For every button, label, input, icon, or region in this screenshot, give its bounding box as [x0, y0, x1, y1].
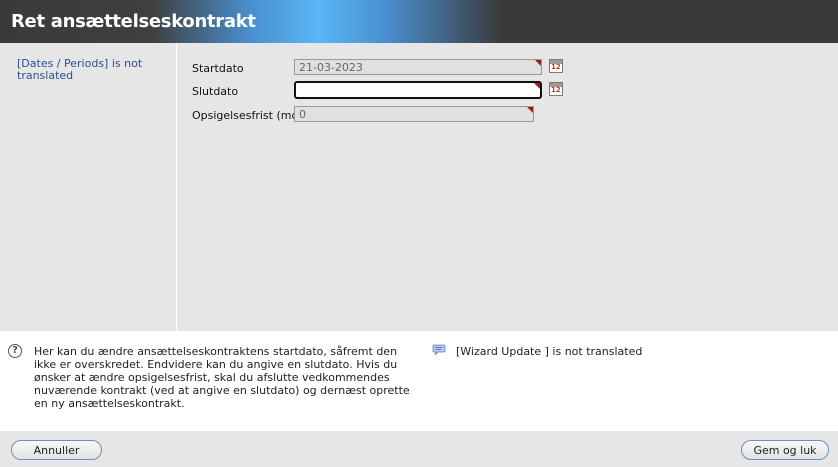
wizard-update-text: [Wizard Update ] is not translated [456, 345, 643, 358]
info-panel: ? Her kan du ændre ansættelseskontrakten… [0, 331, 838, 431]
footer-bar: Annuller Gem og luk [0, 431, 838, 467]
notice-period-value: 0 [299, 108, 306, 121]
start-date-value: 21-03-2023 [299, 61, 363, 74]
notice-period-label: Opsigelsesfrist (mdr.) [192, 109, 310, 122]
end-date-label: Slutdato [192, 85, 239, 98]
start-date-calendar-icon[interactable]: 12 [549, 59, 563, 73]
required-marker-icon [534, 83, 540, 89]
main-area: [Dates / Periods] is not translated Star… [0, 43, 838, 331]
left-panel-nav-text[interactable]: [Dates / Periods] is not translated [17, 58, 157, 82]
help-text: Her kan du ændre ansættelseskontraktens … [34, 345, 410, 410]
required-marker-icon [535, 60, 541, 66]
save-and-close-button[interactable]: Gem og luk [741, 440, 829, 460]
start-date-label: Startdato [192, 62, 244, 75]
end-date-calendar-icon[interactable]: 12 [549, 82, 563, 96]
left-panel: [Dates / Periods] is not translated [0, 43, 177, 331]
required-marker-icon [527, 107, 533, 113]
cancel-button[interactable]: Annuller [11, 440, 102, 460]
window-title: Ret ansættelseskontrakt [11, 11, 256, 32]
title-bar: Ret ansættelseskontrakt [0, 0, 838, 43]
end-date-field[interactable] [294, 81, 542, 99]
start-date-field[interactable]: 21-03-2023 [294, 59, 542, 75]
notice-period-field[interactable]: 0 [294, 106, 534, 122]
help-icon: ? [8, 344, 22, 358]
speech-bubble-icon [432, 344, 446, 356]
